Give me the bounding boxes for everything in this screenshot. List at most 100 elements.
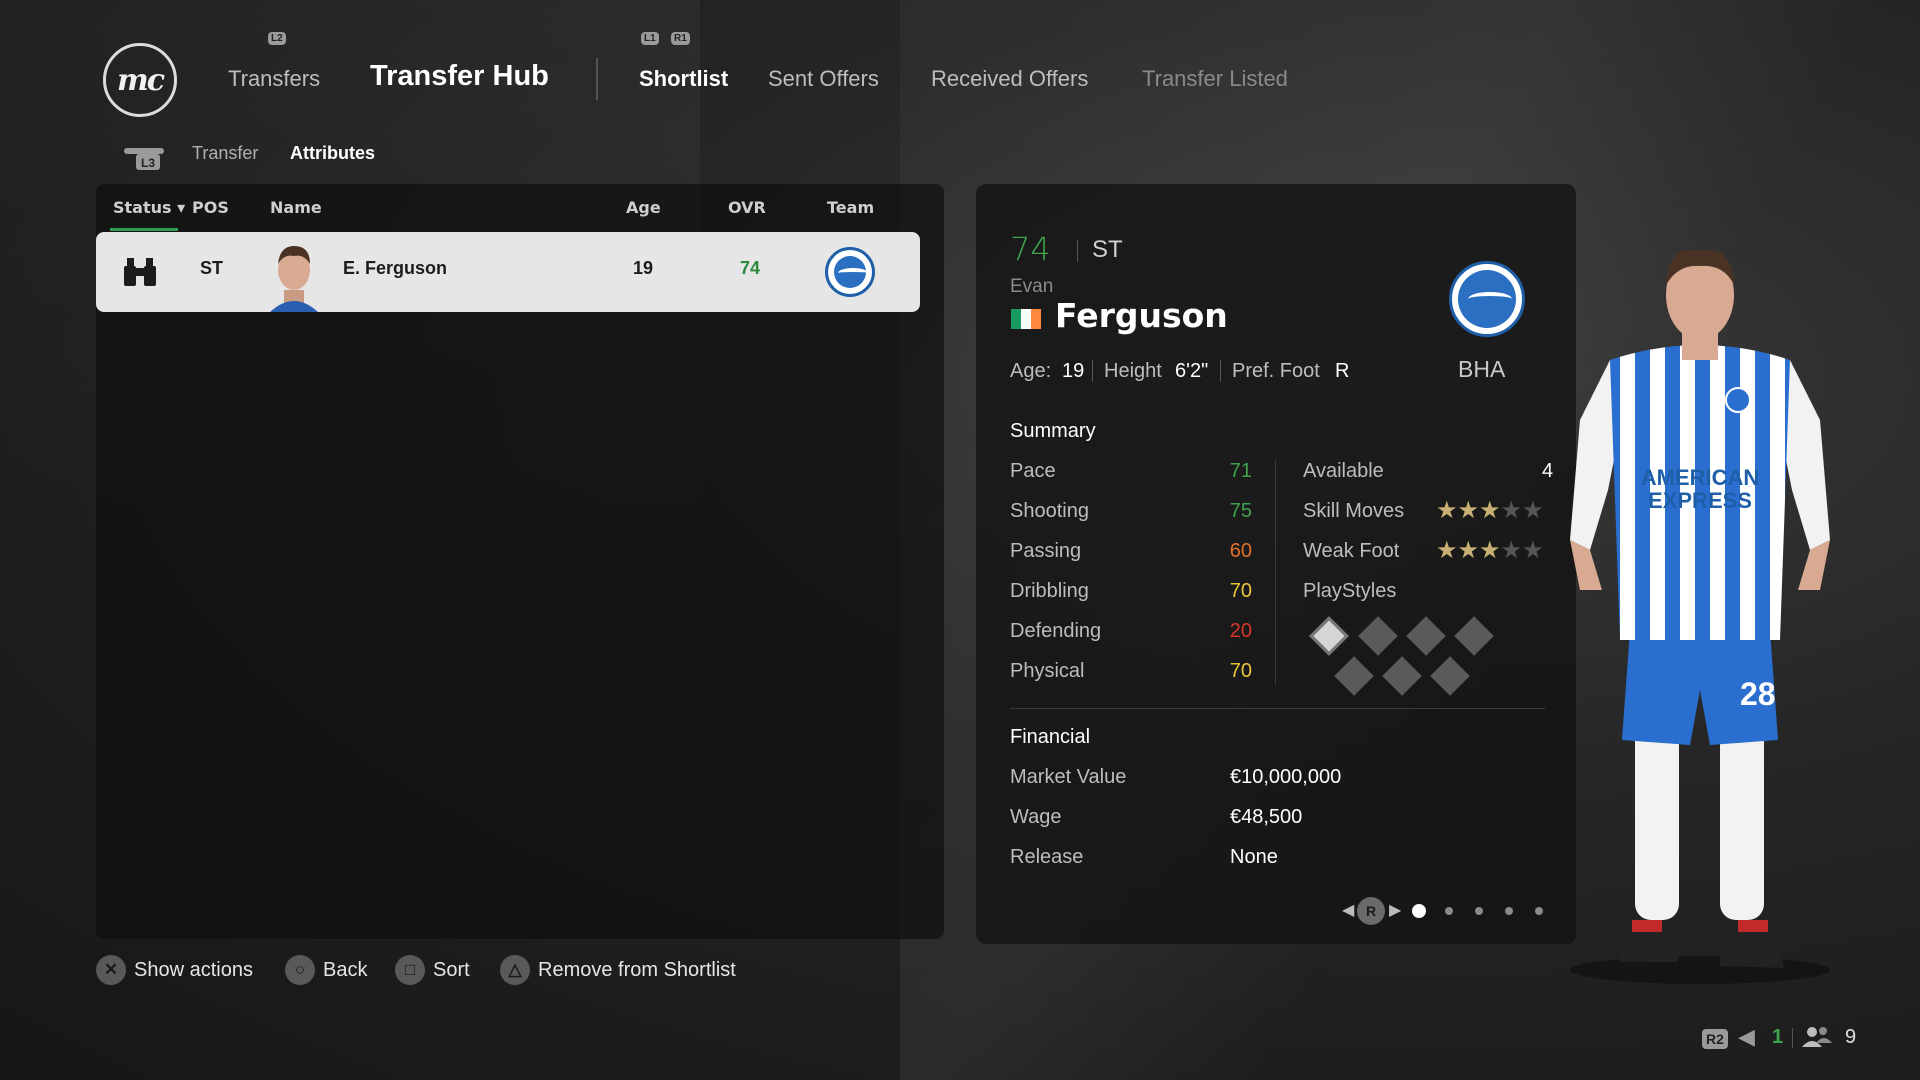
- page-dot-active[interactable]: [1412, 904, 1426, 918]
- available-label: Available: [1303, 460, 1384, 482]
- r2-button-hint: R2: [1702, 1029, 1728, 1049]
- action-label: Show actions: [134, 958, 253, 981]
- tab-transfer-listed[interactable]: Transfer Listed: [1142, 66, 1288, 92]
- page-dot[interactable]: [1535, 907, 1543, 915]
- age-label: Age:: [1010, 360, 1052, 382]
- page-title: Transfer Hub: [370, 60, 549, 92]
- wage-label: Wage: [1010, 806, 1062, 828]
- release-value: None: [1230, 846, 1278, 868]
- weak-foot-label: Weak Foot: [1303, 540, 1400, 562]
- action-label: Remove from Shortlist: [538, 958, 736, 981]
- users-count: 9: [1845, 1026, 1857, 1048]
- stat-value-pace: 71: [1229, 460, 1252, 482]
- brighton-crest-icon: [825, 247, 875, 297]
- column-header-status[interactable]: Status ▾: [113, 198, 185, 217]
- r-stick-hint-icon: R: [1357, 897, 1385, 925]
- svg-text:28: 28: [1740, 676, 1776, 712]
- market-value-label: Market Value: [1010, 766, 1127, 788]
- l3-stick-icon: L3: [124, 148, 164, 170]
- player-last-name: Ferguson: [1055, 296, 1228, 335]
- tab-shortlist[interactable]: Shortlist: [639, 66, 728, 92]
- column-header-age[interactable]: Age: [626, 198, 661, 217]
- club-crest-icon: [1449, 261, 1525, 337]
- notification-count: 1: [1772, 1026, 1784, 1048]
- info-separator: [1220, 360, 1221, 382]
- wage-value: €48,500: [1230, 806, 1303, 828]
- binoculars-icon: [124, 258, 156, 286]
- player-ovr: 74: [1010, 230, 1051, 268]
- column-header-ovr[interactable]: OVR: [728, 198, 766, 217]
- release-label: Release: [1010, 846, 1084, 868]
- player-position: ST: [1092, 236, 1123, 263]
- pref-foot-label: Pref. Foot: [1232, 360, 1320, 382]
- row-age: 19: [633, 258, 654, 278]
- stat-value-shooting: 75: [1229, 500, 1252, 522]
- stat-label-passing: Passing: [1010, 540, 1082, 562]
- page-dot[interactable]: [1505, 907, 1513, 915]
- header-divider: [596, 58, 598, 100]
- career-mode-logo: mc: [103, 43, 177, 117]
- stat-value-defending: 20: [1229, 620, 1252, 642]
- pref-foot-value: R: [1335, 360, 1350, 382]
- player-first-name: Evan: [1010, 276, 1054, 297]
- page-dot[interactable]: [1445, 907, 1453, 915]
- stat-value-passing: 60: [1229, 540, 1252, 562]
- available-value: 4: [1542, 460, 1554, 482]
- column-header-team[interactable]: Team: [827, 198, 874, 217]
- svg-text:L3: L3: [141, 156, 155, 170]
- l2-button-hint: L2: [268, 32, 286, 45]
- action-label: Sort: [433, 958, 470, 981]
- stat-label-physical: Physical: [1010, 660, 1085, 682]
- player-model-image: 28 AMERICAN EXPRESS: [1570, 250, 1830, 984]
- height-value: 6'2": [1175, 360, 1209, 382]
- ovr-separator: [1077, 240, 1078, 262]
- pager-right-arrow-icon[interactable]: ▶: [1389, 900, 1401, 920]
- sort-button[interactable]: □ Sort: [395, 955, 470, 985]
- skill-moves-stars: ★★★★★: [1436, 497, 1544, 524]
- sort-indicator: [110, 228, 178, 231]
- row-name: E. Ferguson: [343, 258, 448, 278]
- subtab-transfer[interactable]: Transfer: [192, 143, 258, 164]
- action-label: Back: [323, 958, 368, 981]
- player-portrait: [270, 246, 318, 312]
- playstyles-label: PlayStyles: [1303, 580, 1397, 602]
- remove-from-shortlist-button[interactable]: △ Remove from Shortlist: [500, 955, 736, 985]
- stat-label-shooting: Shooting: [1010, 500, 1089, 522]
- stat-label-defending: Defending: [1010, 620, 1102, 642]
- age-value: 19: [1062, 360, 1085, 382]
- ireland-flag-icon: [1011, 309, 1041, 329]
- tab-received-offers[interactable]: Received Offers: [931, 66, 1088, 92]
- l1-button-hint: L1: [641, 32, 659, 45]
- nav-transfers[interactable]: Transfers: [228, 66, 320, 92]
- club-short-name: BHA: [1458, 356, 1506, 382]
- speaker-icon: ◀: [1738, 1024, 1755, 1049]
- row-pos: ST: [200, 258, 224, 278]
- table-row[interactable]: ST E. Ferguson 19 74: [96, 232, 920, 312]
- footer-divider: [1792, 1028, 1793, 1048]
- summary-column-divider: [1275, 460, 1276, 685]
- tab-sent-offers[interactable]: Sent Offers: [768, 66, 879, 92]
- stat-label-pace: Pace: [1010, 460, 1056, 482]
- column-header-pos[interactable]: POS: [192, 198, 229, 217]
- circle-icon: ○: [285, 955, 315, 985]
- weak-foot-stars: ★★★★★: [1436, 537, 1544, 564]
- show-actions-button[interactable]: ✕ Show actions: [96, 955, 253, 985]
- skill-moves-label: Skill Moves: [1303, 500, 1405, 522]
- info-separator: [1092, 360, 1093, 382]
- height-label: Height: [1104, 360, 1162, 382]
- financial-title: Financial: [1010, 726, 1091, 748]
- r1-button-hint: R1: [671, 32, 690, 45]
- page-dot[interactable]: [1475, 907, 1483, 915]
- svg-text:AMERICAN: AMERICAN: [1641, 465, 1760, 490]
- stat-value-dribbling: 70: [1229, 580, 1252, 602]
- back-button[interactable]: ○ Back: [285, 955, 367, 985]
- svg-text:EXPRESS: EXPRESS: [1648, 488, 1752, 513]
- subtab-attributes[interactable]: Attributes: [290, 143, 375, 164]
- triangle-icon: △: [500, 955, 530, 985]
- column-header-name[interactable]: Name: [270, 198, 322, 217]
- stat-label-dribbling: Dribbling: [1010, 580, 1089, 602]
- users-icon: [1802, 1027, 1832, 1047]
- pager-left-arrow-icon[interactable]: ◀: [1342, 900, 1354, 920]
- summary-title: Summary: [1010, 420, 1096, 442]
- row-ovr: 74: [740, 258, 761, 278]
